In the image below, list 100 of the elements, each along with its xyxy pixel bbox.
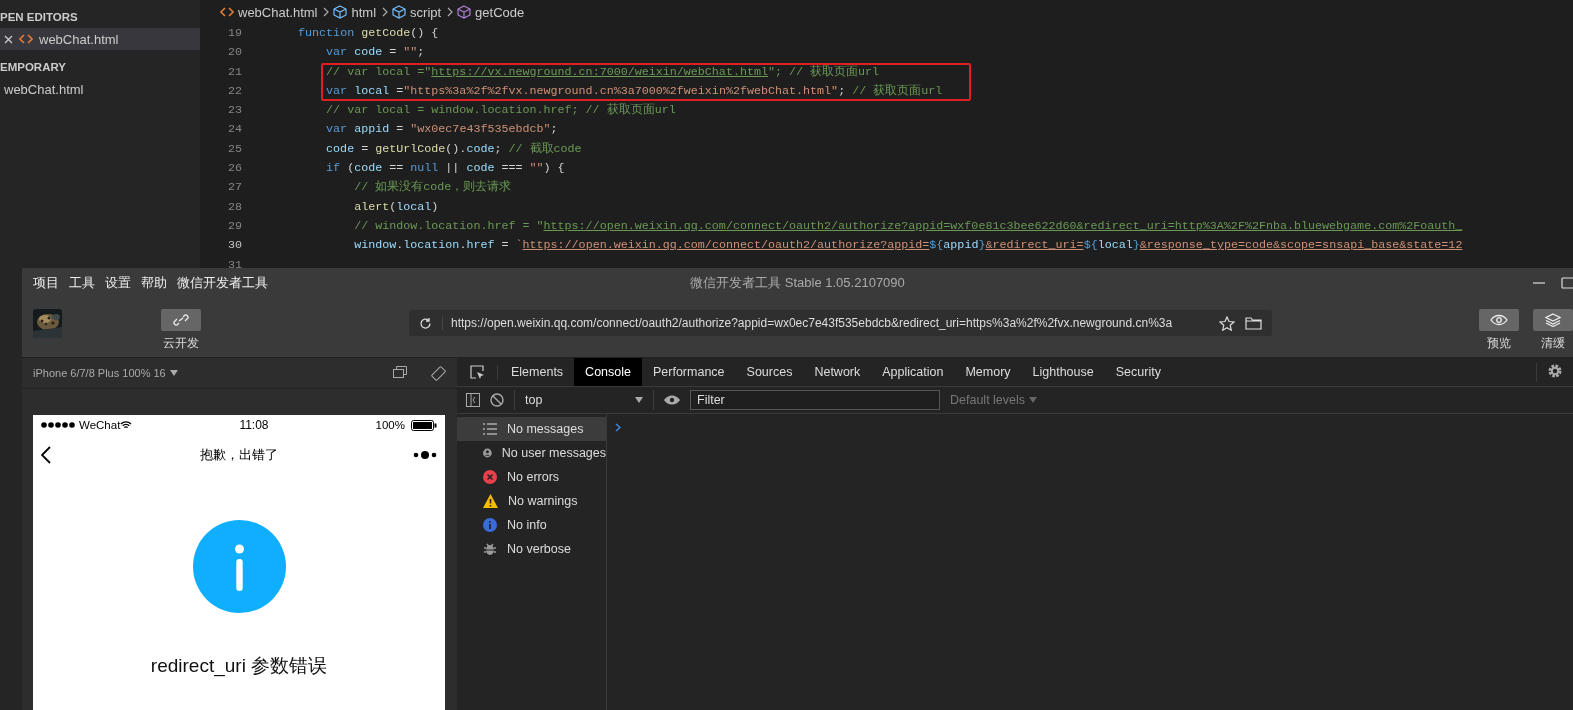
minimize-icon[interactable] (1533, 281, 1545, 284)
line-number: 31 (226, 256, 243, 268)
line-number: 22 (226, 82, 243, 100)
devtools-tab[interactable]: Console (574, 358, 642, 386)
filter-label: No messages (507, 422, 584, 436)
menu-item[interactable]: 设置 (105, 273, 131, 292)
refresh-icon[interactable] (419, 316, 432, 330)
more-icon[interactable] (413, 451, 437, 459)
sidebar-icon[interactable] (466, 393, 480, 407)
settings-icon[interactable] (1547, 362, 1563, 379)
clock-time: 11:08 (239, 418, 269, 432)
user-icon (483, 446, 492, 460)
devtools-tab[interactable]: Sources (735, 358, 804, 386)
code-line: code = getUrlCode().code; // 截取code (326, 140, 582, 158)
button-label: 预览 (1487, 335, 1511, 352)
prompt-icon[interactable] (615, 423, 621, 432)
message-filter[interactable]: No info (457, 513, 606, 537)
maximize-icon[interactable] (1561, 276, 1573, 289)
code-line: alert(local) (354, 198, 439, 216)
device-select[interactable]: iPhone 6/7/8 Plus 100% 16 (33, 367, 166, 379)
line-number: 30 (226, 237, 243, 255)
filter-label: No verbose (507, 542, 571, 556)
message-filter[interactable]: No errors (457, 465, 606, 489)
chevron-icon (323, 7, 330, 17)
url-text: https://open.weixin.qq.com/connect/oauth2/authorize?appid=wx0ec7e43f535ebdcb&redirect_uri=https%3a%2f%2fvx.newground.cn%3a (442, 316, 1209, 330)
menu-item[interactable]: 帮助 (141, 273, 167, 292)
signal-icon (41, 422, 77, 428)
devtools-tab[interactable]: Lighthouse (1021, 358, 1105, 386)
window-title: 微信开发者工具 Stable 1.05.2107090 (690, 273, 905, 292)
devtools-tab[interactable]: Elements (500, 358, 575, 386)
button-label: 云开发 (163, 335, 199, 352)
file-item[interactable]: webChat.html (0, 78, 200, 100)
star-icon[interactable] (1219, 315, 1235, 331)
toolbar-button[interactable] (1533, 309, 1573, 331)
filter-label: No user messages (501, 446, 606, 460)
chevron-icon (382, 7, 389, 17)
cube-icon (392, 5, 407, 19)
warning-icon (483, 494, 498, 508)
code-line: // 如果没有code，则去请求 (354, 179, 512, 197)
code-line: if (code == null || code === "") { (326, 160, 565, 178)
code-line: function getCode() { (298, 25, 439, 42)
block-icon[interactable] (490, 393, 504, 407)
error-icon (483, 470, 497, 484)
code-line: var code = ""; (326, 44, 425, 62)
filter-label: No warnings (508, 494, 578, 508)
line-number: 24 (226, 121, 243, 139)
layers-icon (1545, 313, 1561, 327)
eye-icon[interactable] (664, 395, 680, 405)
devtools-tab[interactable]: Network (803, 358, 872, 386)
breadcrumb-item[interactable]: webChat.html (238, 4, 318, 20)
file-name: webChat.html (4, 81, 84, 97)
devtools-tab[interactable]: Application (871, 358, 955, 386)
section-heading: EMPORARY (0, 60, 68, 75)
address-bar[interactable]: https://open.weixin.qq.com/connect/oauth2/authorize?appid=wx0ec7e43f535ebdcb&redirect_uri=https%3a%2f%2fvx.newground.cn%3a (409, 310, 1272, 336)
message-filter[interactable]: No warnings (457, 489, 606, 513)
back-icon[interactable] (41, 446, 51, 464)
line-number: 20 (226, 44, 243, 62)
filter-field[interactable]: Filter (690, 390, 940, 410)
context-select[interactable]: top (514, 390, 654, 410)
menu-item[interactable]: 微信开发者工具 (177, 273, 268, 292)
devtools-tab[interactable]: Security (1104, 358, 1172, 386)
bug-icon (483, 542, 497, 556)
wifi-icon (120, 420, 133, 430)
line-number: 21 (226, 63, 243, 81)
rotate-icon[interactable] (431, 365, 446, 381)
folder-icon[interactable] (1245, 316, 1262, 330)
file-name: webChat.html (39, 31, 119, 47)
toolbar-button[interactable] (1479, 309, 1519, 331)
inspect-icon[interactable] (469, 364, 485, 380)
link-icon (173, 314, 189, 326)
cube-icon (333, 5, 348, 19)
page-title: 抱歉，出错了 (200, 446, 278, 464)
levels-select[interactable]: Default levels (950, 393, 1026, 407)
code-icon (220, 7, 234, 17)
line-number: 28 (226, 198, 243, 216)
breadcrumb-item[interactable]: html (351, 4, 377, 20)
close-icon[interactable] (4, 34, 13, 44)
line-number: 26 (226, 160, 243, 178)
message-filter[interactable]: No messages (457, 417, 606, 441)
battery-icon (411, 419, 437, 431)
cube-icon (457, 5, 472, 19)
menu-item[interactable]: 工具 (69, 273, 95, 292)
filter-label: No info (507, 518, 547, 532)
file-item[interactable]: webChat.html (0, 28, 200, 50)
windows-icon[interactable] (393, 365, 407, 378)
section-heading: PEN EDITORS (0, 10, 79, 25)
message-filter[interactable]: No verbose (457, 537, 606, 561)
devtools-tab[interactable]: Memory (954, 358, 1022, 386)
line-number: 29 (226, 217, 243, 235)
code-line: window.location.href = `https://open.weixin.qq.com/connect/oauth2/authorize?appid=${appid}&redirect_uri=${local}&response_type=code&scope=snsapi_base&state=12 (354, 237, 1463, 255)
line-number: 19 (226, 25, 243, 42)
devtools-tab[interactable]: Performance (642, 358, 736, 386)
menu-item[interactable]: 项目 (33, 273, 59, 292)
button-label: 清缓 (1541, 335, 1565, 352)
breadcrumb-item[interactable]: getCode (475, 4, 525, 20)
breadcrumb-item[interactable]: script (410, 4, 442, 20)
message-filter[interactable]: No user messages (457, 441, 606, 465)
caret-icon (635, 397, 643, 403)
cloud-dev-button[interactable] (161, 309, 201, 331)
code-line: // window.location.href = "https://open.weixin.qq.com/connect/oauth2/authorize?appid=wxf0e81c3bee622d60&redirect_uri=http%3A%2F%2Fnba.bluewebgame.com%2Foauth_ (354, 217, 1463, 235)
